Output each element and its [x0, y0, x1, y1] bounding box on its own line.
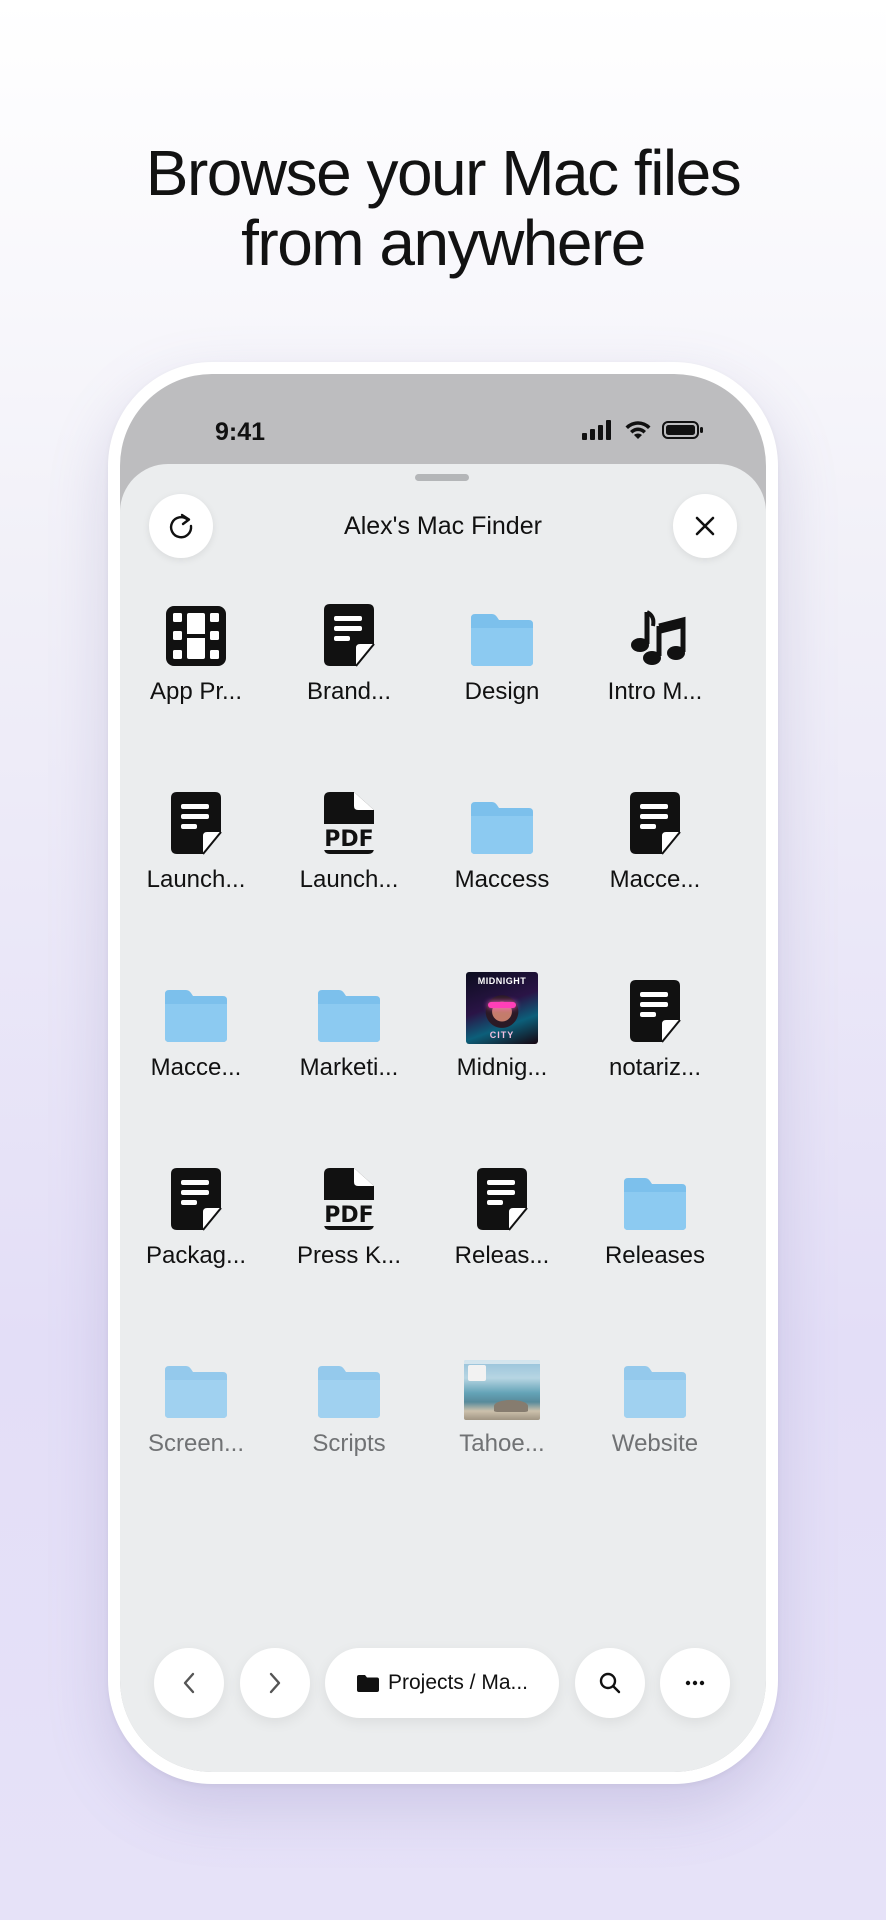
bottom-toolbar: Projects / Ma... — [120, 1612, 766, 1772]
file-label: Tahoe... — [459, 1430, 545, 1457]
status-time: 9:41 — [215, 418, 266, 446]
file-item[interactable]: Tahoe... — [427, 1344, 577, 1494]
file-label: Press K... — [296, 1242, 402, 1269]
file-item[interactable]: Launch... — [121, 780, 271, 930]
back-button[interactable] — [154, 1648, 224, 1718]
file-label: Brand... — [306, 678, 392, 705]
phone-frame: 9:41 Alex's Mac Finder App Pr... Brand..… — [108, 362, 778, 1784]
music-file-icon — [617, 592, 693, 668]
file-item[interactable]: Design — [427, 592, 577, 742]
file-label: notariz... — [608, 1054, 702, 1081]
sheet-grabber[interactable] — [415, 474, 469, 481]
file-item[interactable]: Macce... — [121, 968, 271, 1118]
headline: Browse your Mac files from anywhere — [0, 138, 886, 278]
file-label: Website — [611, 1430, 699, 1457]
folder-icon — [464, 780, 540, 856]
folder-icon — [617, 1344, 693, 1420]
folder-icon — [311, 968, 387, 1044]
sheet-title: Alex's Mac Finder — [344, 512, 542, 540]
document-icon — [311, 592, 387, 668]
file-label: Design — [464, 678, 540, 705]
file-item[interactable]: Website — [580, 1344, 730, 1494]
path-button[interactable]: Projects / Ma... — [325, 1648, 559, 1718]
file-item[interactable]: Marketi... — [274, 968, 424, 1118]
file-label: Launch... — [146, 866, 246, 893]
file-item[interactable]: PDF Press K... — [274, 1156, 424, 1306]
file-item[interactable]: Releas... — [427, 1156, 577, 1306]
document-icon — [617, 968, 693, 1044]
document-icon — [464, 1156, 540, 1232]
file-item[interactable]: Releases — [580, 1156, 730, 1306]
pdf-icon: PDF — [311, 1156, 387, 1232]
file-label: Releas... — [454, 1242, 550, 1269]
document-icon — [158, 1156, 234, 1232]
folder-icon — [158, 968, 234, 1044]
image-thumbnail-icon — [464, 1344, 540, 1420]
midnight-thumb-subtitle: CITY — [489, 1030, 515, 1040]
tahoe-thumbnail — [464, 1360, 540, 1420]
more-button[interactable] — [660, 1648, 730, 1718]
file-item[interactable]: Scripts — [274, 1344, 424, 1494]
thumb-window — [468, 1365, 486, 1381]
chevron-left-icon — [183, 1672, 195, 1694]
path-label: Projects / Ma... — [387, 1671, 529, 1694]
folder-icon — [617, 1156, 693, 1232]
file-item[interactable]: App Pr... — [121, 592, 271, 742]
close-icon — [695, 516, 715, 536]
document-icon — [158, 780, 234, 856]
file-item[interactable]: PDF Launch... — [274, 780, 424, 930]
phone-screen: 9:41 Alex's Mac Finder App Pr... Brand..… — [120, 374, 766, 1772]
file-item[interactable]: Packag... — [121, 1156, 271, 1306]
forward-button[interactable] — [240, 1648, 310, 1718]
wifi-icon — [625, 421, 651, 439]
search-icon — [599, 1672, 621, 1694]
file-item[interactable]: Brand... — [274, 592, 424, 742]
file-item[interactable]: Maccess — [427, 780, 577, 930]
thumb-menubar — [464, 1360, 540, 1364]
thumb-glasses — [488, 1002, 516, 1008]
folder-icon — [158, 1344, 234, 1420]
file-item[interactable]: Macce... — [580, 780, 730, 930]
headline-line-1: Browse your Mac files — [145, 137, 742, 209]
file-item[interactable]: MIDNIGHT CITY Midnig... — [427, 968, 577, 1118]
file-item[interactable]: Intro M... — [580, 592, 730, 742]
midnight-thumb-title: MIDNIGHT — [477, 976, 527, 986]
file-item[interactable]: notariz... — [580, 968, 730, 1118]
image-thumbnail-icon: MIDNIGHT CITY — [464, 968, 540, 1044]
document-icon — [617, 780, 693, 856]
folder-icon — [356, 1675, 379, 1692]
svg-text:PDF: PDF — [324, 1203, 373, 1228]
thumb-rock — [494, 1400, 528, 1412]
file-label: Packag... — [145, 1242, 247, 1269]
file-label: Scripts — [312, 1430, 386, 1457]
file-label: Intro M... — [607, 678, 703, 705]
ellipsis-icon — [685, 1680, 705, 1686]
svg-text:PDF: PDF — [324, 827, 373, 852]
status-bar: 9:41 — [120, 374, 766, 464]
cellular-signal-icon — [582, 420, 611, 440]
battery-icon — [662, 421, 703, 439]
file-item[interactable]: Screen... — [121, 1344, 271, 1494]
midnight-city-thumbnail: MIDNIGHT CITY — [466, 972, 538, 1044]
file-label: Marketi... — [299, 1054, 399, 1081]
file-label: Maccess — [454, 866, 550, 893]
folder-icon — [311, 1344, 387, 1420]
video-file-icon — [158, 592, 234, 668]
folder-icon — [464, 592, 540, 668]
pdf-icon: PDF — [311, 780, 387, 856]
file-label: Midnig... — [456, 1054, 548, 1081]
close-button[interactable] — [673, 494, 737, 558]
file-label: Releases — [604, 1242, 706, 1269]
file-label: Macce... — [150, 1054, 242, 1081]
finder-sheet: Alex's Mac Finder App Pr... Brand... Desig… — [120, 464, 766, 1772]
file-label: App Pr... — [149, 678, 243, 705]
file-label: Screen... — [147, 1430, 245, 1457]
search-button[interactable] — [575, 1648, 645, 1718]
file-label: Macce... — [609, 866, 701, 893]
status-icons — [582, 420, 704, 440]
file-label: Launch... — [299, 866, 399, 893]
headline-line-2: from anywhere — [241, 207, 646, 279]
chevron-right-icon — [269, 1672, 281, 1694]
